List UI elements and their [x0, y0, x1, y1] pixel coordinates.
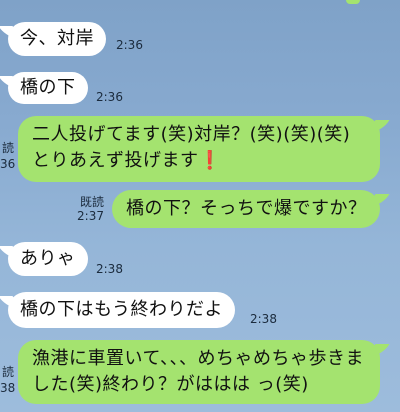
message-bubble[interactable]: 二人投げてます(笑)対岸？(笑)(笑)(笑)とりあえず投げます❗	[18, 116, 380, 182]
message-time: 36	[0, 157, 16, 171]
message-bubble[interactable]: 漁港に車置いて、、、めちゃめちゃ歩きました(笑)終わり？がははは っ(笑)	[18, 340, 380, 404]
message-text: 橋の下はもう終わりだよ	[20, 299, 223, 320]
message-text: 漁港に車置いて、、、めちゃめちゃ歩きました(笑)終わり？がははは っ(笑)	[32, 348, 365, 395]
message-text: 橋の下？そっちで爆ですか？	[126, 198, 367, 219]
exclamation-icon: ❗	[198, 150, 222, 171]
read-status: 既読	[79, 195, 104, 209]
message-time: 2:38	[96, 262, 123, 276]
message-time: 38	[0, 381, 16, 395]
message-text: 二人投げてます(笑)対岸？(笑)(笑)(笑)とりあえず投げます	[32, 124, 351, 171]
message-text: 橋の下	[20, 77, 76, 98]
message-bubble[interactable]: 今、対岸	[8, 22, 106, 56]
message-time: 2:38	[250, 312, 277, 326]
message-time: 2:36	[96, 90, 123, 104]
message-bubble[interactable]: ありゃ	[8, 242, 88, 276]
message-bubble[interactable]: 橋の下はもう終わりだよ	[8, 292, 235, 328]
message-bubble[interactable]: 橋の下？そっちで爆ですか？	[112, 190, 380, 228]
previous-bubble-edge	[346, 0, 360, 4]
message-time: 2:37	[77, 209, 104, 223]
read-status: 読	[1, 141, 14, 155]
read-status: 読	[1, 365, 14, 379]
message-text: 今、対岸	[20, 28, 94, 49]
message-bubble[interactable]: 橋の下	[8, 72, 88, 104]
message-text: ありゃ	[20, 248, 76, 269]
message-time: 2:36	[116, 38, 143, 52]
